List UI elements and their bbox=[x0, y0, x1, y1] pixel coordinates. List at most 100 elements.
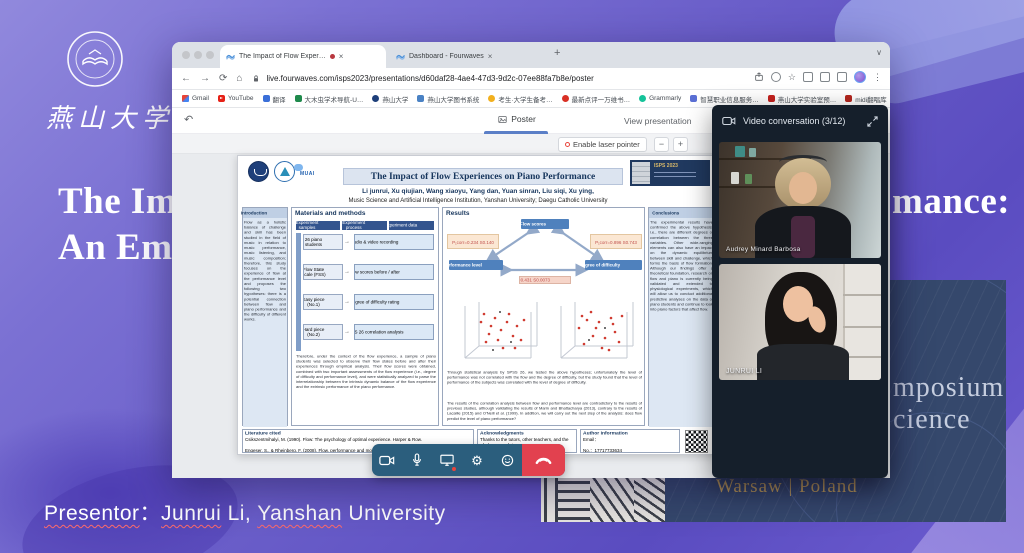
institute-logo bbox=[274, 161, 295, 182]
microphone-toggle-button[interactable] bbox=[402, 444, 432, 476]
section-methods: Materials and methods Experiment samples… bbox=[291, 207, 439, 426]
participant-video-tile[interactable]: JUNRUI LI bbox=[719, 264, 881, 380]
window-minimize-button[interactable] bbox=[194, 51, 202, 59]
bookmark-item[interactable]: YouTube bbox=[218, 95, 254, 102]
presenter-label: Presentor bbox=[44, 502, 140, 525]
bookmark-item[interactable]: Grammarly bbox=[639, 95, 681, 102]
slide-text-fragment: mposium bbox=[893, 372, 1004, 404]
tab-title: Dashboard - Fourwaves bbox=[409, 53, 484, 60]
node-performance-level: Performance level bbox=[449, 260, 503, 270]
reading-list-icon[interactable] bbox=[803, 72, 813, 82]
participant-video-tile[interactable]: Audrey Minard Barbosa bbox=[719, 142, 881, 258]
methods-box-label: Degree of difficulty rating bbox=[354, 299, 404, 304]
bookmark-label: Gmail bbox=[192, 95, 209, 102]
scene-book bbox=[735, 146, 745, 157]
expand-icon[interactable] bbox=[867, 116, 878, 127]
bookmark-item[interactable]: 燕山大学实验室预… bbox=[768, 94, 837, 104]
reload-icon[interactable]: ⟳ bbox=[219, 73, 227, 84]
zoom-out-button[interactable]: − bbox=[654, 137, 669, 152]
zoom-in-button[interactable]: + bbox=[673, 137, 688, 152]
section-author-info: Author information Email： No.：1771773363… bbox=[580, 429, 680, 453]
camera-toggle-button[interactable] bbox=[372, 444, 402, 476]
window-maximize-button[interactable] bbox=[206, 51, 214, 59]
participant-name: JUNRUI LI bbox=[726, 368, 762, 375]
bookmark-item[interactable]: 翻译 bbox=[263, 94, 286, 104]
sidebar-icon[interactable] bbox=[820, 72, 830, 82]
tab-close-icon[interactable]: × bbox=[488, 52, 493, 61]
bookmark-star-icon[interactable]: ☆ bbox=[788, 72, 796, 83]
isps-banner-title: ISPS 2023 bbox=[654, 163, 708, 169]
muai-logo: MUAI bbox=[300, 162, 324, 183]
bookmark-item[interactable]: 燕山大学 bbox=[372, 94, 408, 104]
participant-figure bbox=[757, 344, 849, 380]
conclusions-title: Conclusions bbox=[641, 210, 690, 215]
chat-button[interactable] bbox=[492, 444, 522, 476]
tab-strip-chevron-icon[interactable]: ∨ bbox=[876, 48, 882, 57]
extensions-icon[interactable] bbox=[837, 72, 847, 82]
results-text: Through statistical analysis by SPSS 26,… bbox=[447, 370, 642, 385]
participant-video-placeholder bbox=[719, 264, 881, 380]
author-email: Email： bbox=[583, 437, 677, 442]
view-presentation-link[interactable]: View presentation bbox=[624, 116, 691, 126]
home-icon[interactable]: ⌂ bbox=[236, 73, 242, 84]
forward-icon[interactable]: → bbox=[200, 73, 210, 84]
participant-video-placeholder bbox=[719, 142, 881, 258]
stat-line: P₁corr=0.896 S0.743 bbox=[591, 239, 641, 246]
conclusions-header: Conclusions bbox=[649, 208, 714, 218]
acknowledgments-title: Acknowledgments bbox=[480, 431, 565, 436]
back-icon[interactable]: ← bbox=[181, 73, 191, 84]
node-flow-scores: Flow scores bbox=[521, 219, 569, 229]
browser-tab[interactable]: Dashboard - Fourwaves × bbox=[390, 45, 546, 68]
page-back-icon[interactable]: ↶ bbox=[184, 113, 193, 126]
new-tab-button[interactable]: + bbox=[554, 47, 560, 59]
bookmark-label: 大木虫学术导航-U… bbox=[305, 94, 364, 104]
bookmark-item[interactable]: 最新点评一万维书… bbox=[562, 94, 631, 104]
bookmark-item[interactable]: 考生·大学生备考… bbox=[488, 94, 552, 104]
leave-call-button[interactable] bbox=[522, 444, 565, 476]
url-text[interactable]: live.fourwaves.com/isps2023/presentation… bbox=[266, 74, 593, 83]
scene-shelf-line bbox=[843, 294, 881, 296]
methods-box: SPSS 26 correlation analysis bbox=[354, 324, 434, 340]
bookmark-label: 燕山大学 bbox=[382, 94, 408, 104]
share-icon[interactable] bbox=[754, 72, 764, 82]
pattern-segment bbox=[590, 472, 634, 522]
bookmark-label: 智慧职业信息服务… bbox=[700, 94, 759, 104]
laser-pointer-label: Enable laser pointer bbox=[573, 140, 640, 149]
profile-avatar[interactable] bbox=[854, 71, 866, 83]
bookmark-item[interactable]: midi翻唱库 bbox=[845, 94, 886, 104]
settings-button[interactable]: ⚙ bbox=[462, 444, 492, 476]
methods-box-label: SPSS 26 correlation analysis bbox=[354, 329, 404, 334]
bookmark-item[interactable]: 大木虫学术导航-U… bbox=[295, 94, 364, 104]
browser-tab-strip: The Impact of Flow Exper… × Dashboard - … bbox=[172, 42, 890, 68]
camera-icon bbox=[379, 455, 395, 466]
bookmark-item[interactable]: Gmail bbox=[182, 95, 209, 102]
browser-address-bar: ← → ⟳ ⌂ live.fourwaves.com/isps2023/pres… bbox=[172, 68, 890, 90]
poster[interactable]: MUAI The Impact of Flow Experiences on P… bbox=[237, 155, 718, 455]
bookmark-item[interactable]: 燕山大学图书系统 bbox=[417, 94, 479, 104]
section-results: Results Flow scores P₁corr=0.234 S0.140 … bbox=[442, 207, 645, 426]
isps-banner-text-block: ISPS 2023 bbox=[652, 160, 710, 186]
window-close-button[interactable] bbox=[182, 51, 190, 59]
stat-box-left: P₁corr=0.234 S0.140 P₂corr=0.987 S0.001 bbox=[447, 234, 499, 249]
methods-box: Degree of difficulty rating bbox=[354, 294, 434, 310]
browser-tab-active[interactable]: The Impact of Flow Exper… × bbox=[220, 45, 386, 68]
bookmark-favicon bbox=[372, 95, 379, 102]
methods-box: Easy piece (No.1) bbox=[303, 294, 343, 310]
tab-close-icon[interactable]: × bbox=[339, 52, 344, 61]
node-label: Degree of difficulty bbox=[585, 262, 621, 267]
install-icon[interactable] bbox=[771, 72, 781, 82]
poster-authors: Li junrui, Xu qiujian, Wang xiaoyu, Yang… bbox=[278, 188, 678, 195]
bookmark-item[interactable]: 智慧职业信息服务… bbox=[690, 94, 759, 104]
stat-line: P=0.431 S0.0073 bbox=[519, 277, 551, 282]
author-info-title: Author information bbox=[583, 431, 668, 436]
methods-box: Flow State Scale (FSS) bbox=[303, 264, 343, 280]
enable-laser-pointer-button[interactable]: Enable laser pointer bbox=[558, 137, 647, 152]
pattern-segment bbox=[558, 472, 590, 522]
isps-banner-image bbox=[632, 162, 650, 184]
scene-shelf-line bbox=[843, 326, 881, 328]
tab-poster[interactable]: Poster bbox=[472, 114, 562, 124]
stat-box-center: P=0.431 S0.0073 bbox=[519, 276, 571, 284]
video-panel-header: Video conversation (3/12) bbox=[712, 105, 888, 137]
browser-menu-icon[interactable]: ⋮ bbox=[873, 72, 882, 83]
screen-share-button[interactable] bbox=[432, 444, 462, 476]
